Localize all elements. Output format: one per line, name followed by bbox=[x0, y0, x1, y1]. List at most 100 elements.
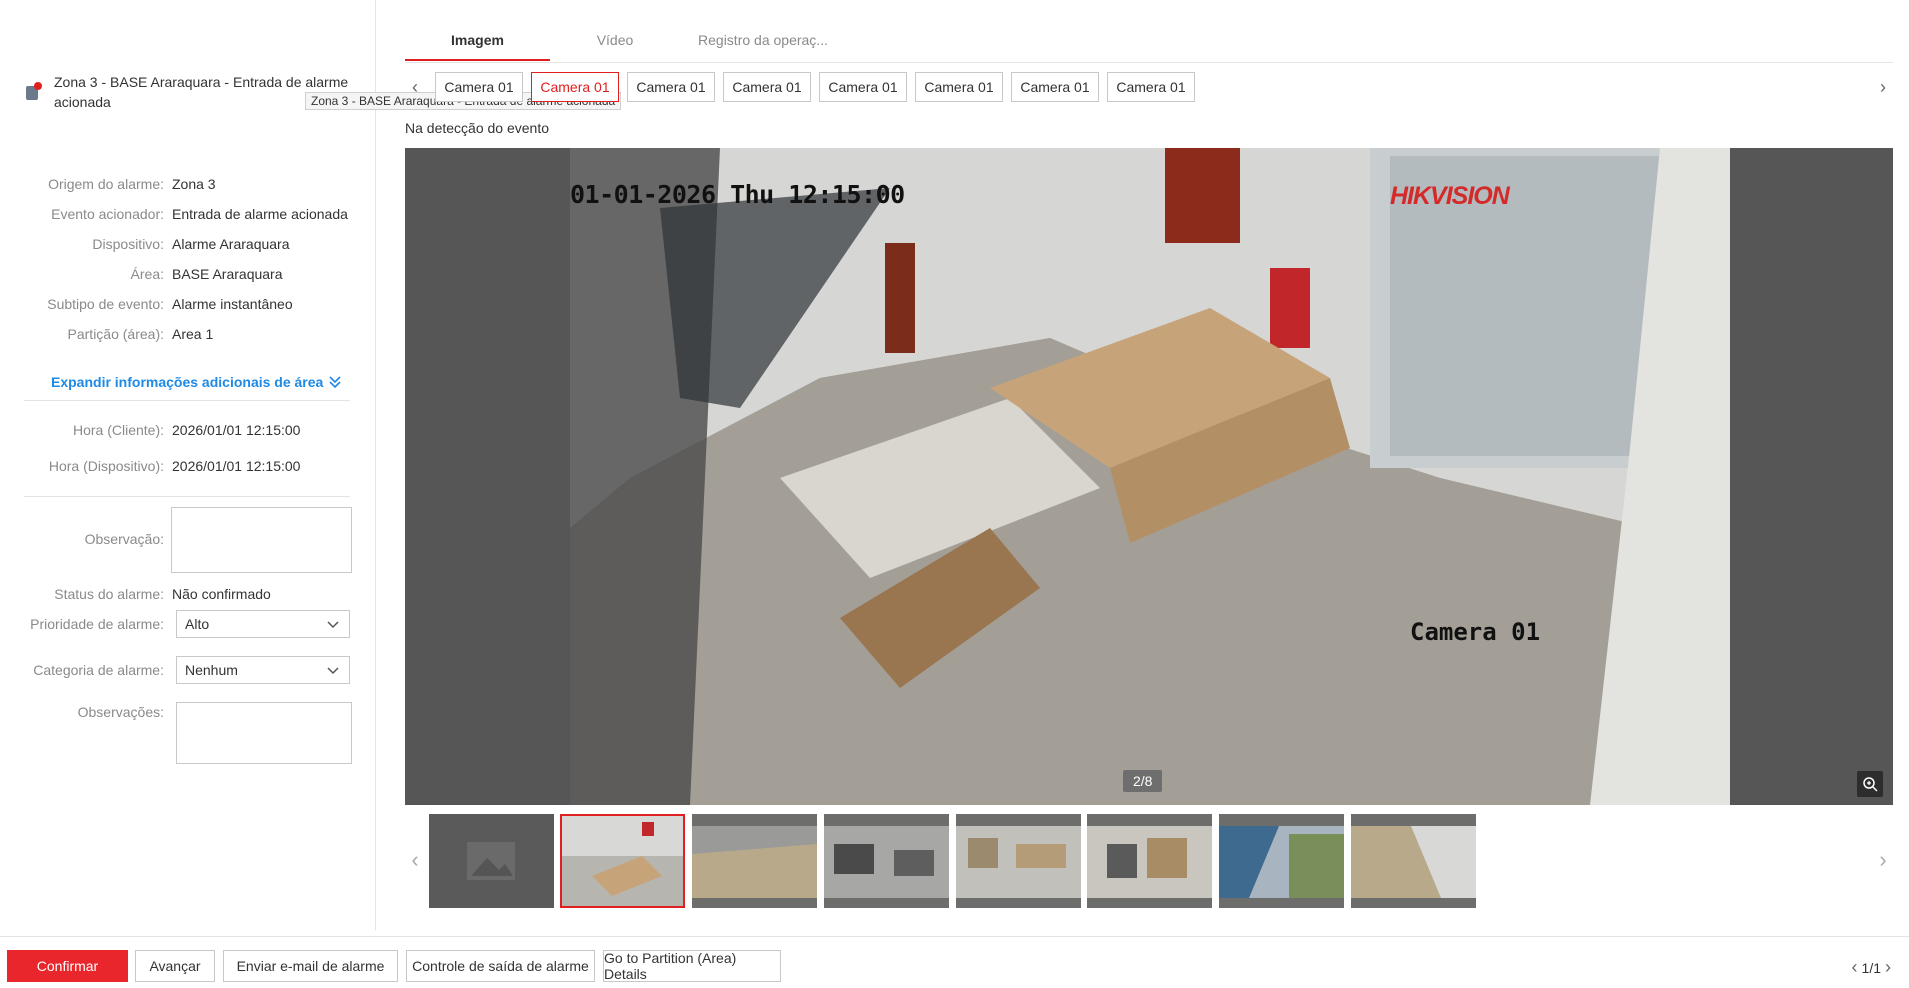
info-value: BASE Araraquara bbox=[172, 266, 283, 282]
thumb-prev-arrow-icon[interactable]: ‹ bbox=[405, 840, 425, 880]
thumbnail-image bbox=[562, 816, 683, 906]
time-label: Hora (Dispositivo): bbox=[48, 458, 164, 474]
observacoes-textarea[interactable] bbox=[176, 702, 352, 764]
camera-tab[interactable]: Camera 01 bbox=[723, 72, 811, 102]
event-label: Na detecção do evento bbox=[405, 120, 549, 136]
partition-details-button[interactable]: Go to Partition (Area) Details bbox=[603, 950, 781, 982]
info-row-origem: Origem do alarme: Zona 3 bbox=[24, 174, 354, 194]
status-row: Status do alarme: Não confirmado bbox=[24, 584, 354, 604]
time-value: 2026/01/01 12:15:00 bbox=[172, 422, 301, 438]
alarm-siren-icon bbox=[24, 82, 44, 102]
prioridade-label: Prioridade de alarme: bbox=[30, 616, 164, 632]
thumbnail[interactable] bbox=[692, 814, 817, 908]
thumbnail-image bbox=[1087, 814, 1212, 908]
status-label: Status do alarme: bbox=[54, 586, 164, 602]
info-label: Subtipo de evento: bbox=[47, 296, 164, 312]
hikvision-logo: HIKVISION bbox=[1390, 182, 1510, 210]
send-email-button[interactable]: Enviar e-mail de alarme bbox=[223, 950, 398, 982]
info-row-subtipo: Subtipo de evento: Alarme instantâneo bbox=[24, 294, 354, 314]
info-label: Partição (área): bbox=[67, 326, 164, 342]
camera-tab[interactable]: Camera 01 bbox=[1107, 72, 1195, 102]
camera-tab[interactable]: Camera 01 bbox=[819, 72, 907, 102]
forward-button[interactable]: Avançar bbox=[135, 950, 215, 982]
categoria-value: Nenhum bbox=[185, 662, 238, 678]
camera-tab[interactable]: Camera 01 bbox=[1011, 72, 1099, 102]
info-label: Dispositivo: bbox=[92, 236, 164, 252]
osd-timestamp: 01-01-2026 Thu 12:15:00 bbox=[570, 180, 905, 209]
divider bbox=[24, 496, 350, 497]
thumbnail-selected[interactable] bbox=[560, 814, 685, 908]
double-chevron-down-icon bbox=[329, 376, 341, 389]
thumbnail[interactable] bbox=[1087, 814, 1212, 908]
alarm-output-control-button[interactable]: Controle de saída de alarme bbox=[406, 950, 595, 982]
pager-prev-icon[interactable]: ‹ bbox=[1848, 957, 1862, 978]
prioridade-value: Alto bbox=[185, 616, 210, 632]
thumb-next-arrow-icon[interactable]: › bbox=[1873, 840, 1893, 880]
thumbnail[interactable] bbox=[1219, 814, 1344, 908]
confirm-button[interactable]: Confirmar bbox=[7, 950, 128, 982]
prioridade-select[interactable]: Alto bbox=[176, 610, 350, 638]
camera-tab-active[interactable]: Camera 01 bbox=[531, 72, 619, 102]
info-row-particao: Partição (área): Area 1 bbox=[24, 324, 354, 344]
camera-snapshot: 01-01-2026 Thu 12:15:00 HIKVISION Camera… bbox=[570, 148, 1730, 805]
info-value: Alarme Araraquara bbox=[172, 236, 290, 252]
categoria-label: Categoria de alarme: bbox=[33, 662, 164, 678]
active-tab-indicator bbox=[405, 59, 550, 61]
time-label: Hora (Cliente): bbox=[72, 422, 164, 438]
chevron-down-icon bbox=[327, 621, 339, 629]
info-label: Evento acionador: bbox=[51, 206, 164, 222]
thumbnail[interactable] bbox=[429, 814, 554, 908]
pager-next-icon[interactable]: › bbox=[1881, 957, 1895, 978]
observacao-label: Observação: bbox=[84, 531, 164, 547]
thumbnail[interactable] bbox=[824, 814, 949, 908]
pager: ‹ 1/1 › bbox=[1848, 957, 1895, 978]
zoom-in-icon[interactable] bbox=[1857, 771, 1883, 797]
camera-prev-arrow-icon[interactable]: ‹ bbox=[405, 72, 425, 102]
tab-imagem[interactable]: Imagem bbox=[405, 32, 550, 48]
divider bbox=[24, 400, 350, 401]
time-value: 2026/01/01 12:15:00 bbox=[172, 458, 301, 474]
info-label: Área: bbox=[130, 266, 164, 282]
observacoes-label: Observações: bbox=[77, 704, 164, 720]
categoria-select[interactable]: Nenhum bbox=[176, 656, 350, 684]
camera-tab[interactable]: Camera 01 bbox=[435, 72, 523, 102]
camera-next-arrow-icon[interactable]: › bbox=[1873, 72, 1893, 102]
tab-video[interactable]: Vídeo bbox=[580, 32, 650, 48]
thumbnail-image bbox=[1351, 814, 1476, 908]
thumbnail-image bbox=[692, 814, 817, 908]
info-label: Origem do alarme: bbox=[48, 176, 164, 192]
image-placeholder-icon bbox=[467, 842, 515, 880]
pager-text: 1/1 bbox=[1861, 959, 1881, 976]
image-viewer[interactable]: 01-01-2026 Thu 12:15:00 HIKVISION Camera… bbox=[405, 148, 1893, 805]
action-bar: Confirmar Avançar Enviar e-mail de alarm… bbox=[0, 936, 1909, 988]
expand-area-info-label: Expandir informações adicionais de área bbox=[51, 374, 324, 390]
status-value: Não confirmado bbox=[172, 586, 271, 602]
info-value: Area 1 bbox=[172, 326, 214, 342]
chevron-down-icon bbox=[327, 667, 339, 675]
time-row-dispositivo: Hora (Dispositivo): 2026/01/01 12:15:00 bbox=[24, 456, 354, 476]
camera-tab[interactable]: Camera 01 bbox=[627, 72, 715, 102]
observacao-textarea[interactable] bbox=[171, 507, 352, 573]
thumbnail-image bbox=[1219, 814, 1344, 908]
expand-area-info-link[interactable]: Expandir informações adicionais de área bbox=[51, 374, 342, 390]
warehouse-scene bbox=[570, 148, 1730, 805]
thumbnail-image bbox=[824, 814, 949, 908]
camera-selector: ‹ Camera 01 Camera 01 Camera 01 Camera 0… bbox=[405, 72, 1893, 102]
info-row-dispositivo: Dispositivo: Alarme Araraquara bbox=[24, 234, 354, 254]
info-row-area: Área: BASE Araraquara bbox=[24, 264, 354, 284]
thumbnail[interactable] bbox=[956, 814, 1081, 908]
info-value: Entrada de alarme acionada bbox=[172, 206, 348, 222]
info-value: Zona 3 bbox=[172, 176, 216, 192]
thumbnail-strip: ‹ › bbox=[405, 812, 1893, 908]
tab-bar: Imagem Vídeo Registro da operaç... bbox=[405, 26, 1893, 63]
info-row-evento: Evento acionador: Entrada de alarme acio… bbox=[24, 204, 354, 224]
thumbnail[interactable] bbox=[1351, 814, 1476, 908]
image-counter: 2/8 bbox=[1123, 770, 1163, 792]
thumbnail-image bbox=[956, 814, 1081, 908]
time-row-cliente: Hora (Cliente): 2026/01/01 12:15:00 bbox=[24, 420, 354, 440]
alarm-details-panel: Zona 3 - BASE Araraquara - Entrada de al… bbox=[0, 0, 622, 930]
tab-registro[interactable]: Registro da operaç... bbox=[688, 32, 838, 48]
info-value: Alarme instantâneo bbox=[172, 296, 293, 312]
osd-camera-name: Camera 01 bbox=[1410, 618, 1541, 646]
camera-tab[interactable]: Camera 01 bbox=[915, 72, 1003, 102]
